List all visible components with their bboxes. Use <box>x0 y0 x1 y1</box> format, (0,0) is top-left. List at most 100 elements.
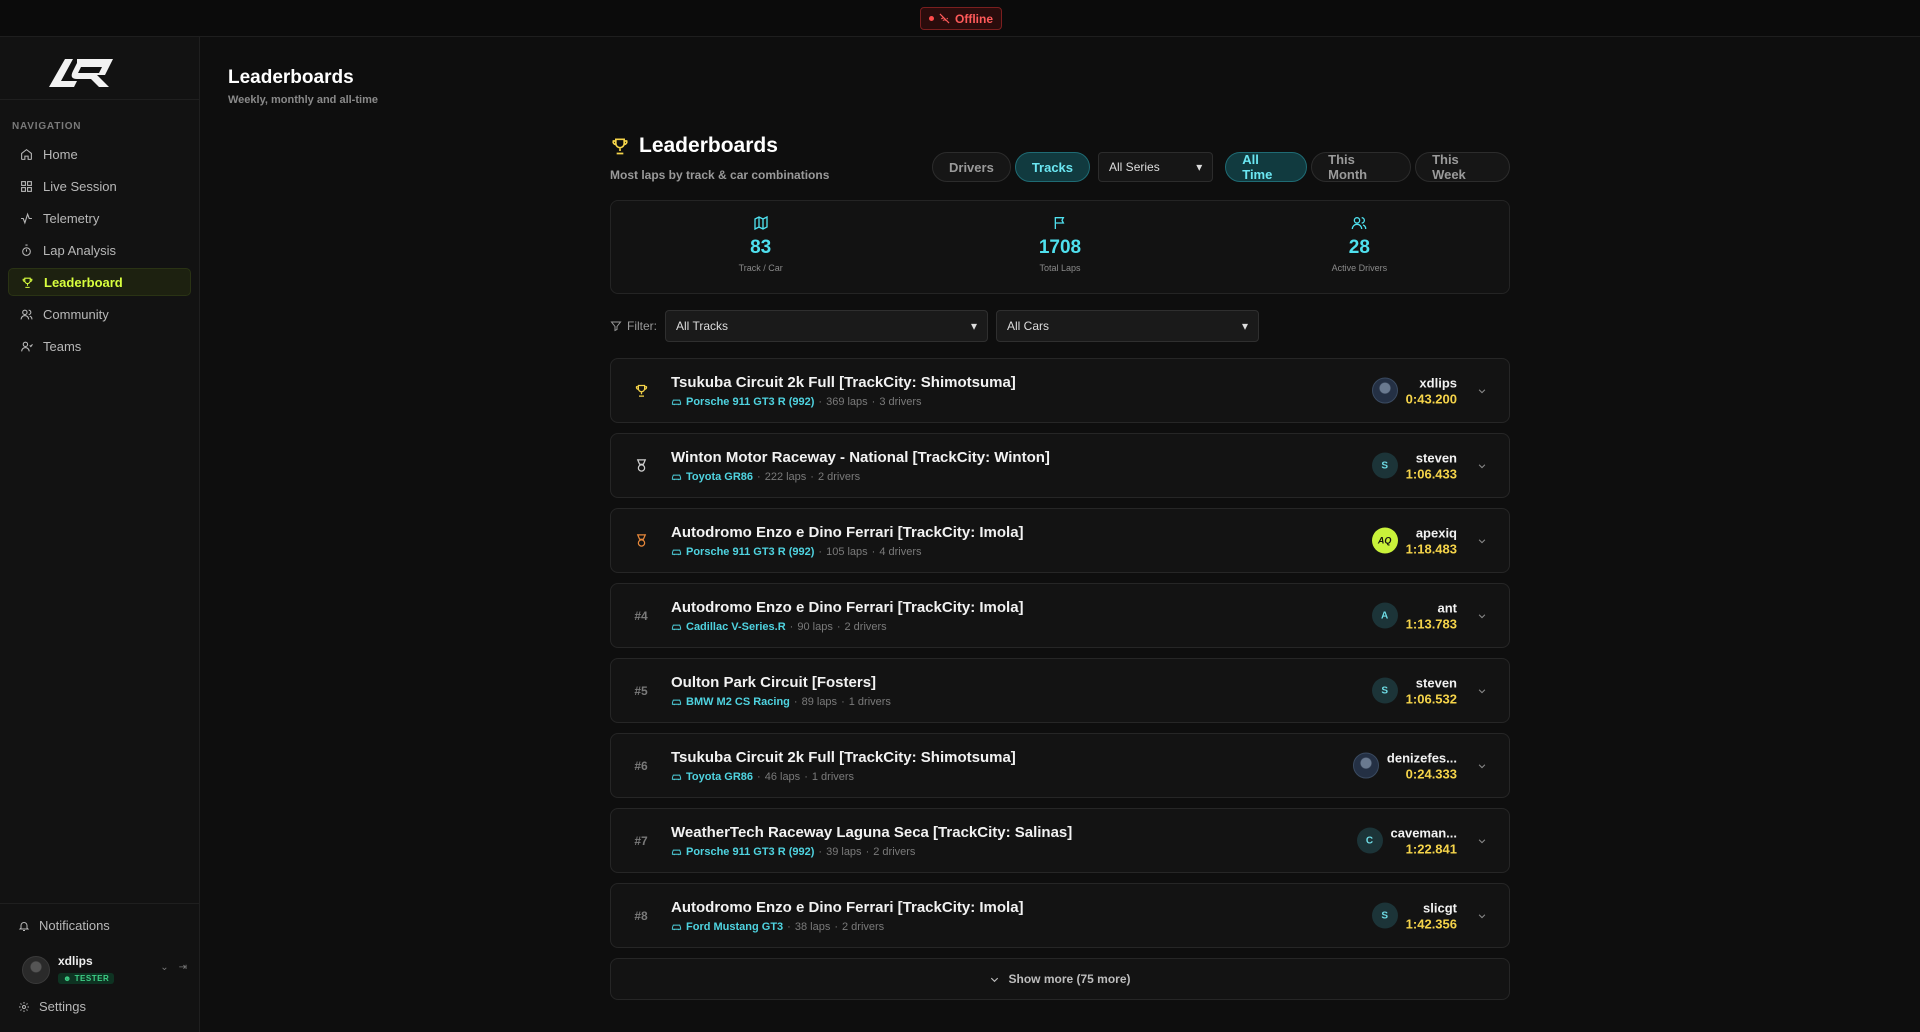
avatar: C <box>1356 827 1383 854</box>
sidebar-item-label: Home <box>43 146 78 162</box>
track-meta: Toyota GR86 · 46 laps · 1 drivers <box>671 771 1016 783</box>
user-badge-icon: ☻ <box>63 974 72 983</box>
rank-cell <box>611 383 671 398</box>
meta-separator: · <box>834 920 838 933</box>
activity-icon <box>21 211 32 225</box>
notifications-label: Notifications <box>39 918 110 933</box>
leaderboard-row[interactable]: #5 Oulton Park Circuit [Fosters] BMW M2 CS… <box>610 658 1510 723</box>
meta-separator: · <box>810 470 814 483</box>
meta-separator: · <box>865 845 870 858</box>
sidebar-item-teams[interactable]: Teams <box>8 332 191 360</box>
user-profile[interactable]: xdlips ☻ TESTER ⌄ ⇥ <box>22 952 187 988</box>
leaderboard-row[interactable]: #4 Autodromo Enzo e Dino Ferrari [TrackCi… <box>610 583 1510 648</box>
car-name: Porsche 911 GT3 R (992) <box>671 846 814 858</box>
leaderboard-row[interactable]: Tsukuba Circuit 2k Full [TrackCity: Shim… <box>610 358 1510 423</box>
driver-name: steven <box>1415 675 1457 690</box>
series-select[interactable]: All Series ▾ <box>1098 152 1214 182</box>
leaderboard-row[interactable]: Winton Motor Raceway - National [TrackCi… <box>610 433 1510 498</box>
laps-count: 222 laps <box>764 470 807 483</box>
app-logo[interactable] <box>47 55 117 89</box>
drivers-count: 2 drivers <box>842 920 885 933</box>
car-icon <box>671 474 682 481</box>
driver-text: steven 1:06.433 <box>1406 450 1457 481</box>
car-label: Porsche 911 GT3 R (992) <box>686 845 815 858</box>
leaderboard-row[interactable]: Autodromo Enzo e Dino Ferrari [TrackCity… <box>610 508 1510 573</box>
track-info: Tsukuba Circuit 2k Full [TrackCity: Shim… <box>671 374 1016 408</box>
leaderboard-row[interactable]: #8 Autodromo Enzo e Dino Ferrari [TrackCi… <box>610 883 1510 948</box>
tab-tracks[interactable]: Tracks <box>1014 152 1091 182</box>
period-this-month[interactable]: This Month <box>1311 152 1412 182</box>
track-info: Tsukuba Circuit 2k Full [TrackCity: Shim… <box>671 749 1016 783</box>
notifications-button[interactable]: Notifications <box>18 918 110 933</box>
sidebar-item-label: Leaderboard <box>44 274 123 290</box>
logout-icon[interactable]: ⇥ <box>179 962 187 973</box>
meta-separator: · <box>804 770 808 783</box>
chevron-down-icon[interactable] <box>1477 836 1487 846</box>
track-name: Autodromo Enzo e Dino Ferrari [TrackCity… <box>671 523 1024 541</box>
car-filter-select[interactable]: All Cars ▾ <box>996 310 1259 342</box>
driver-name: ant <box>1437 600 1458 615</box>
chevron-down-icon: ▾ <box>970 319 977 333</box>
stat-value: 83 <box>750 237 772 258</box>
driver-name: denizefes... <box>1386 750 1457 765</box>
rank-number: #7 <box>634 833 648 848</box>
track-info: WeatherTech Raceway Laguna Seca [TrackCi… <box>671 824 1072 858</box>
settings-button[interactable]: Settings <box>18 999 86 1014</box>
car-name: BMW M2 CS Racing <box>671 696 790 708</box>
avatar: S <box>1371 452 1398 479</box>
chevron-down-icon[interactable] <box>1477 686 1487 696</box>
avatar: S <box>1371 902 1398 929</box>
show-more-button[interactable]: Show more (75 more) <box>610 958 1510 1000</box>
chevron-down-icon[interactable] <box>1477 911 1487 921</box>
stat-value: 1708 <box>1038 237 1082 258</box>
rank-cell: #7 <box>611 834 671 848</box>
chevron-down-icon[interactable] <box>1477 386 1487 396</box>
car-label: Porsche 911 GT3 R (992) <box>686 395 815 408</box>
car-name: Ford Mustang GT3 <box>671 921 783 933</box>
track-name: Oulton Park Circuit [Fosters] <box>671 673 877 691</box>
sidebar-item-leaderboard[interactable]: Leaderboard <box>8 268 191 296</box>
sidebar-item-lap-analysis[interactable]: Lap Analysis <box>8 236 191 264</box>
bronze-medal-icon <box>634 533 649 548</box>
leaderboard-row[interactable]: #7 WeatherTech Raceway Laguna Seca [Track… <box>610 808 1510 873</box>
laps-count: 46 laps <box>764 770 801 783</box>
chevron-down-icon[interactable] <box>1477 761 1487 771</box>
sidebar-item-telemetry[interactable]: Telemetry <box>8 204 191 232</box>
drivers-count: 1 drivers <box>848 695 891 708</box>
sidebar-item-community[interactable]: Community <box>8 300 191 328</box>
meta-separator: · <box>757 470 761 483</box>
avatar: AQ <box>1371 527 1398 554</box>
track-name: Tsukuba Circuit 2k Full [TrackCity: Shim… <box>671 748 1016 766</box>
divider <box>0 903 200 904</box>
meta-separator: · <box>841 695 845 708</box>
rank-cell: #8 <box>611 909 671 923</box>
driver-name: caveman... <box>1390 825 1458 840</box>
chevron-down-icon[interactable] <box>1477 461 1487 471</box>
sidebar-item-live-session[interactable]: Live Session <box>8 172 191 200</box>
sidebar-item-label: Community <box>43 306 109 322</box>
laps-count: 39 laps <box>826 845 862 858</box>
sidebar-item-home[interactable]: Home <box>8 140 191 168</box>
best-driver: Ccaveman... 1:22.841 <box>1356 825 1458 856</box>
filter-label-text: Filter: <box>627 319 657 333</box>
laps-count: 38 laps <box>794 920 831 933</box>
track-filter-select[interactable]: All Tracks ▾ <box>665 310 988 342</box>
track-meta: Porsche 911 GT3 R (992) · 39 laps · 2 driver… <box>671 846 1072 858</box>
car-icon <box>671 699 682 706</box>
leaderboard-list: Tsukuba Circuit 2k Full [TrackCity: Shim… <box>610 358 1510 1000</box>
car-label: Toyota GR86 <box>686 470 754 483</box>
chevron-down-icon[interactable]: ⌄ <box>160 962 168 973</box>
period-this-week[interactable]: This Week <box>1415 152 1510 182</box>
tab-drivers[interactable]: Drivers <box>932 152 1011 182</box>
track-info: Oulton Park Circuit [Fosters] BMW M2 CS R… <box>671 674 891 708</box>
leaderboard-row[interactable]: #6 Tsukuba Circuit 2k Full [TrackCity: Sh… <box>610 733 1510 798</box>
chevron-down-icon[interactable] <box>1477 611 1487 621</box>
avatar: S <box>1371 677 1398 704</box>
stat-track-car: 83 Track / Car <box>611 201 910 293</box>
avatar <box>1371 377 1398 404</box>
laps-count: 369 laps <box>826 395 868 408</box>
status-dot-icon <box>929 16 934 21</box>
period-all-time[interactable]: All Time <box>1225 152 1308 182</box>
driver-text: apexiq 1:18.483 <box>1406 525 1457 556</box>
chevron-down-icon[interactable] <box>1477 536 1487 546</box>
